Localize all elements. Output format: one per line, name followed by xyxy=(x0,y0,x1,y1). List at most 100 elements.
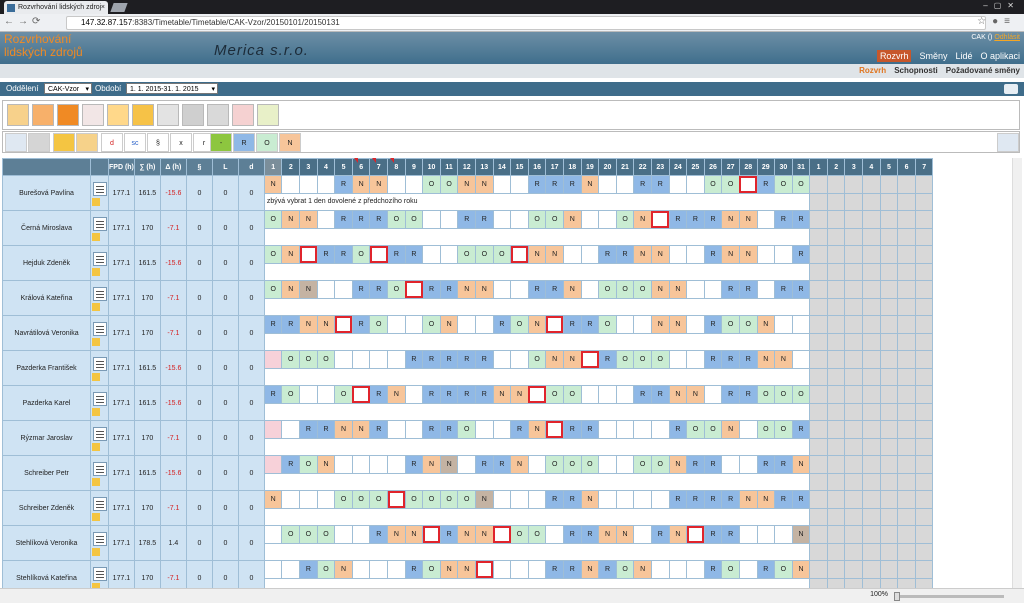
shift-cell[interactable]: N xyxy=(738,245,758,264)
shift-cell[interactable]: O xyxy=(774,175,793,194)
note-icon[interactable] xyxy=(92,407,100,416)
shift-cell[interactable] xyxy=(404,280,424,299)
shift-cell[interactable]: N xyxy=(650,280,670,299)
shift-cell[interactable]: R xyxy=(774,280,793,299)
shift-cell[interactable] xyxy=(334,350,353,369)
shift-cell[interactable]: R xyxy=(527,175,547,194)
back-icon[interactable]: ← xyxy=(4,16,18,27)
shift-cell[interactable] xyxy=(633,315,652,334)
shift-cell[interactable] xyxy=(351,455,371,474)
shift-cell[interactable] xyxy=(580,210,600,229)
period-select[interactable]: 1. 1. 2015-31. 1. 2015 xyxy=(126,83,218,95)
shift-cell[interactable]: R xyxy=(439,525,459,544)
shift-cell[interactable] xyxy=(299,490,318,509)
wine-glass-icon[interactable] xyxy=(82,104,104,126)
shift-cell[interactable] xyxy=(791,315,811,334)
shift-cell[interactable]: R xyxy=(263,315,283,334)
shift-cell[interactable]: R xyxy=(545,490,564,509)
shift-cell[interactable]: R xyxy=(492,455,512,474)
shift-cell[interactable] xyxy=(738,175,758,194)
shift-cell[interactable]: R xyxy=(334,245,353,264)
shift-cell[interactable]: O xyxy=(633,455,652,474)
unlock-icon[interactable] xyxy=(76,133,98,152)
shift-cell[interactable]: N xyxy=(387,385,406,404)
trash-icon[interactable] xyxy=(182,104,204,126)
document-icon[interactable] xyxy=(92,181,107,196)
shift-cell[interactable]: N xyxy=(263,490,283,509)
shift-cell[interactable]: N xyxy=(457,560,477,579)
shift-cell[interactable] xyxy=(457,455,477,474)
shift-cell[interactable]: R xyxy=(369,210,389,229)
shift-cell[interactable]: R xyxy=(703,245,723,264)
shift-cell[interactable]: N xyxy=(281,280,301,299)
shift-cell[interactable]: N xyxy=(457,280,477,299)
shift-cell[interactable]: O xyxy=(422,175,441,194)
shift-cell[interactable] xyxy=(527,455,547,474)
shift-cell[interactable]: R xyxy=(439,385,459,404)
shift-cell[interactable] xyxy=(404,385,424,404)
shift-cell[interactable] xyxy=(598,385,617,404)
shift-cell[interactable]: N xyxy=(316,315,336,334)
shift-cell[interactable]: R xyxy=(422,350,441,369)
mark-N-button[interactable]: N xyxy=(279,133,301,152)
shift-cell[interactable]: R xyxy=(615,245,635,264)
shift-cell[interactable] xyxy=(686,175,705,194)
shift-cell[interactable]: O xyxy=(422,560,441,579)
shift-cell[interactable] xyxy=(598,455,617,474)
shift-cell[interactable]: O xyxy=(686,420,705,439)
shift-cell[interactable]: O xyxy=(457,245,477,264)
shift-cell[interactable] xyxy=(738,420,758,439)
shift-cell[interactable]: O xyxy=(404,490,424,509)
shift-cell[interactable]: R xyxy=(527,280,547,299)
shift-cell[interactable] xyxy=(615,315,635,334)
shift-cell[interactable] xyxy=(756,245,776,264)
shift-cell[interactable]: O xyxy=(562,455,582,474)
shift-cell[interactable] xyxy=(703,280,723,299)
shift-cell[interactable]: N xyxy=(334,420,353,439)
shift-cell[interactable] xyxy=(316,175,336,194)
shift-cell[interactable]: R xyxy=(633,385,652,404)
shift-cell[interactable]: O xyxy=(527,350,547,369)
shift-cell[interactable] xyxy=(316,280,336,299)
shift-cell[interactable]: N xyxy=(281,245,301,264)
note-icon[interactable] xyxy=(92,372,100,381)
shift-cell[interactable] xyxy=(387,350,406,369)
shift-cell[interactable]: R xyxy=(703,210,723,229)
shift-cell[interactable]: R xyxy=(562,525,582,544)
menu-icon[interactable]: ≡ xyxy=(1004,16,1016,27)
shift-cell[interactable]: O xyxy=(316,350,336,369)
mark-d-button[interactable]: d xyxy=(101,133,123,152)
document-icon[interactable] xyxy=(92,391,107,406)
shift-cell[interactable]: R xyxy=(351,315,371,334)
document-icon[interactable] xyxy=(92,216,107,231)
shift-cell[interactable]: N xyxy=(510,385,529,404)
shift-cell[interactable]: R xyxy=(721,280,740,299)
lock-icon[interactable] xyxy=(53,133,75,152)
shift-cell[interactable]: N xyxy=(475,280,494,299)
document-icon[interactable] xyxy=(92,531,107,546)
shift-cell[interactable]: R xyxy=(668,210,688,229)
shift-cell[interactable]: O xyxy=(316,525,336,544)
shift-cell[interactable]: R xyxy=(668,490,688,509)
shift-cell[interactable]: R xyxy=(791,280,811,299)
shift-cell[interactable]: N xyxy=(580,175,600,194)
shift-cell[interactable] xyxy=(668,350,688,369)
shift-cell[interactable]: R xyxy=(686,490,705,509)
shift-cell[interactable]: R xyxy=(633,175,652,194)
shift-cell[interactable]: R xyxy=(545,280,564,299)
employee-name[interactable]: Černá Miroslava xyxy=(2,210,91,246)
shift-cell[interactable] xyxy=(369,455,389,474)
shift-cell[interactable]: N xyxy=(562,280,582,299)
shift-cell[interactable]: R xyxy=(545,560,564,579)
shift-cell[interactable] xyxy=(580,245,600,264)
shift-cell[interactable]: R xyxy=(598,350,617,369)
shift-cell[interactable]: O xyxy=(475,245,494,264)
shift-cell[interactable]: R xyxy=(475,385,494,404)
shift-cell[interactable]: O xyxy=(562,385,582,404)
shift-cell[interactable] xyxy=(422,245,441,264)
shift-cell[interactable] xyxy=(580,350,600,369)
shift-cell[interactable]: R xyxy=(281,315,301,334)
shift-cell[interactable]: O xyxy=(334,490,353,509)
shift-cell[interactable]: R xyxy=(351,210,371,229)
shift-cell[interactable]: O xyxy=(299,350,318,369)
